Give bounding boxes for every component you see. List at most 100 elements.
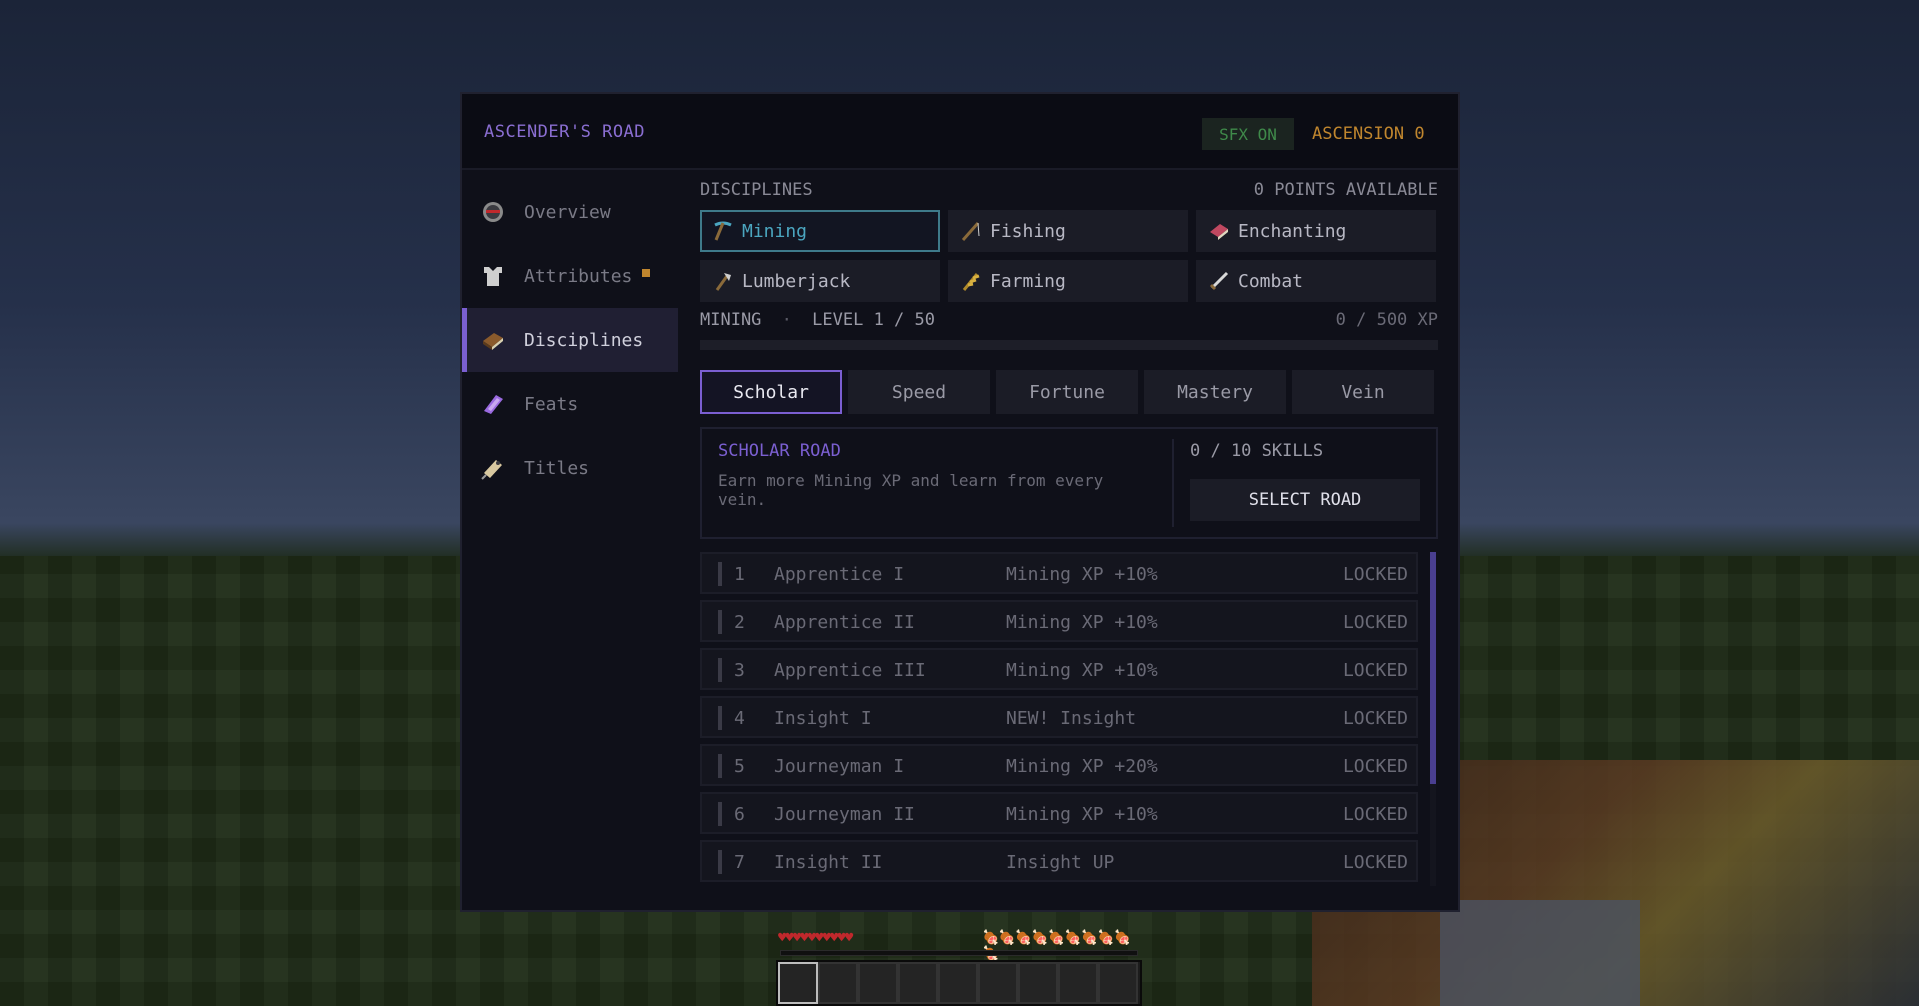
hotbar-slot[interactable] [1018,962,1058,1004]
discipline-label: Mining [742,220,808,242]
discipline-label: Lumberjack [742,270,851,292]
tab-vein[interactable]: Vein [1292,370,1434,414]
experience-bar [780,950,1138,956]
pickaxe-icon [712,220,734,242]
disciplines-heading: DISCIPLINES [700,180,813,200]
skill-row[interactable]: 6 Journeyman II Mining XP +10% LOCKED [700,792,1418,834]
sidebar-item-label: Titles [524,457,590,479]
skill-effect: Mining XP +10% [1006,612,1158,633]
hotbar-slot[interactable] [898,962,938,1004]
select-road-button[interactable]: SELECT ROAD [1190,479,1420,521]
hunger-bar: 🍖🍖🍖🍖🍖🍖🍖🍖🍖🍖 [982,930,1131,962]
hotbar-slot[interactable] [858,962,898,1004]
skill-list-scrollbar[interactable] [1430,552,1436,886]
skill-status: LOCKED [1342,564,1408,585]
axe-icon [712,270,734,292]
hotbar-slot[interactable] [818,962,858,1004]
tab-speed[interactable]: Speed [848,370,990,414]
hotbar [776,960,1142,1006]
scrollbar-thumb[interactable] [1430,552,1436,784]
skill-status: LOCKED [1342,804,1408,825]
skill-status: LOCKED [1342,756,1408,777]
skill-effect: Mining XP +20% [1006,756,1158,777]
discipline-lumberjack[interactable]: Lumberjack [700,260,940,302]
skill-name: Insight I [774,708,872,729]
road-description: Earn more Mining XP and learn from every… [718,471,1104,509]
road-tabs: Scholar Speed Fortune Mastery Vein [700,370,1438,414]
skill-number: 5 [734,756,745,777]
name-tag-icon [480,455,506,481]
level-text: LEVEL 1 / 50 [812,310,935,330]
skill-name: Journeyman I [774,756,905,777]
sidebar-item-overview[interactable]: Overview [462,180,678,244]
compass-icon [480,199,506,225]
skill-row[interactable]: 2 Apprentice II Mining XP +10% LOCKED [700,600,1418,642]
disciplines-header: DISCIPLINES 0 POINTS AVAILABLE [700,180,1438,202]
divider [1172,439,1174,527]
skill-row[interactable]: 4 Insight I NEW! Insight LOCKED [700,696,1418,738]
skill-number: 2 [734,612,745,633]
sidebar: Overview Attributes Disciplines Feats Ti… [462,180,678,500]
sidebar-item-label: Feats [524,393,579,415]
skill-row[interactable]: 7 Insight II Insight UP LOCKED [700,840,1418,882]
discipline-combat[interactable]: Combat [1196,260,1436,302]
discipline-enchanting[interactable]: Enchanting [1196,210,1436,252]
sidebar-item-label: Disciplines [524,329,644,351]
hotbar-slot[interactable] [938,962,978,1004]
chestplate-icon [480,263,506,289]
skill-status: LOCKED [1342,852,1408,873]
road-detail-card: SCHOLAR ROAD Earn more Mining XP and lea… [700,427,1438,539]
skill-row[interactable]: 3 Apprentice III Mining XP +10% LOCKED [700,648,1418,690]
wheat-icon [960,270,982,292]
skill-indicator [718,754,722,778]
discipline-label: Enchanting [1238,220,1347,242]
discipline-farming[interactable]: Farming [948,260,1188,302]
hotbar-slot[interactable] [978,962,1018,1004]
fishing-rod-icon [960,220,982,242]
skill-row[interactable]: 5 Journeyman I Mining XP +20% LOCKED [700,744,1418,786]
points-available: 0 POINTS AVAILABLE [1253,180,1438,200]
skill-row[interactable]: 1 Apprentice I Mining XP +10% LOCKED [700,552,1418,594]
tab-fortune[interactable]: Fortune [996,370,1138,414]
panel-header: ASCENDER'S ROAD SFX ON ASCENSION 0 [462,94,1458,170]
skill-status: LOCKED [1342,612,1408,633]
skill-number: 4 [734,708,745,729]
sword-icon [1208,270,1230,292]
ascension-label: ASCENSION 0 [1312,124,1425,144]
skill-indicator [718,706,722,730]
skill-name: Apprentice I [774,564,905,585]
skill-indicator [718,850,722,874]
skill-indicator [718,562,722,586]
sidebar-item-label: Attributes [524,265,633,287]
ascenders-road-panel: ASCENDER'S ROAD SFX ON ASCENSION 0 Overv… [460,92,1460,912]
sidebar-item-attributes[interactable]: Attributes [462,244,678,308]
current-discipline: MINING [700,310,762,330]
sfx-toggle[interactable]: SFX ON [1202,118,1294,150]
tab-scholar[interactable]: Scholar [700,370,842,414]
discipline-label: Farming [990,270,1066,292]
skill-effect: Mining XP +10% [1006,564,1158,585]
hotbar-slot[interactable] [1098,962,1138,1004]
skill-number: 1 [734,564,745,585]
skill-effect: Insight UP [1006,852,1115,873]
tab-mastery[interactable]: Mastery [1144,370,1286,414]
hotbar-slot[interactable] [1058,962,1098,1004]
world-block-stone [1440,900,1640,1006]
skill-effect: Mining XP +10% [1006,804,1158,825]
notification-dot [642,269,651,277]
amethyst-icon [480,391,506,417]
xp-progress-bar [700,340,1438,350]
discipline-mining[interactable]: Mining [700,210,940,252]
level-separator: · [781,310,792,330]
hotbar-slot[interactable] [778,962,818,1004]
skill-number: 6 [734,804,745,825]
road-name: SCHOLAR ROAD [718,441,841,461]
discipline-fishing[interactable]: Fishing [948,210,1188,252]
skill-name: Apprentice III [774,660,926,681]
sidebar-item-titles[interactable]: Titles [462,436,678,500]
sidebar-item-disciplines[interactable]: Disciplines [462,308,678,372]
main-content: DISCIPLINES 0 POINTS AVAILABLE Mining Fi… [700,180,1438,886]
sidebar-item-feats[interactable]: Feats [462,372,678,436]
skill-effect: Mining XP +10% [1006,660,1158,681]
skill-list: 1 Apprentice I Mining XP +10% LOCKED 2 A… [700,552,1438,886]
